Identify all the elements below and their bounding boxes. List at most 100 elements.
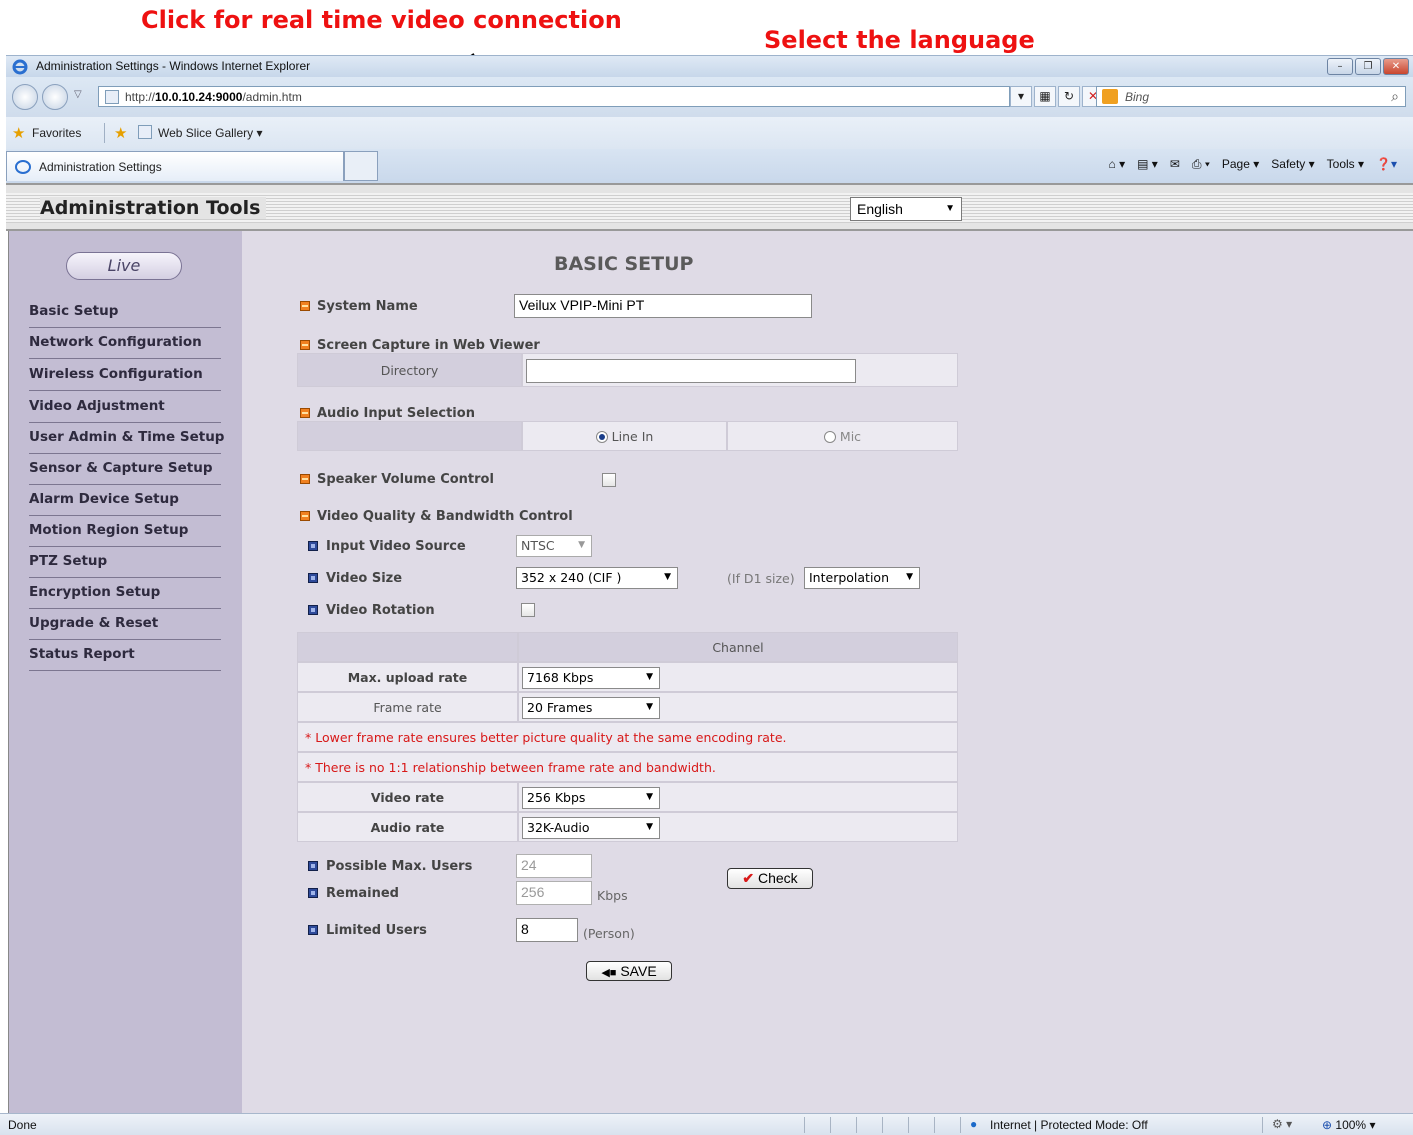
remained-unit: Kbps bbox=[597, 888, 628, 903]
sidebar-item-sensor-capture[interactable]: Sensor & Capture Setup bbox=[29, 456, 221, 485]
status-text: Done bbox=[8, 1118, 37, 1132]
print-icon[interactable]: ⎙ ▾ bbox=[1192, 157, 1210, 172]
sidebar: Live Basic Setup Network Configuration W… bbox=[8, 231, 242, 1113]
video-quality-label: Video Quality & Bandwidth Control bbox=[317, 509, 573, 524]
max-upload-select[interactable]: 7168 Kbps ▼ bbox=[522, 667, 660, 689]
tab-title: Administration Settings bbox=[39, 160, 162, 174]
check-button[interactable]: ✔ Check bbox=[727, 868, 813, 889]
sidebar-item-wireless-configuration[interactable]: Wireless Configuration bbox=[29, 362, 221, 391]
video-size-label: Video Size bbox=[326, 571, 403, 586]
video-rate-label: Video rate bbox=[297, 782, 518, 812]
sidebar-item-upgrade-reset[interactable]: Upgrade & Reset bbox=[29, 611, 221, 640]
save-button[interactable]: ◀■ SAVE bbox=[586, 961, 672, 981]
audio-rate-select[interactable]: 32K-Audio ▼ bbox=[522, 817, 660, 839]
zoom-control[interactable]: ⊕ 100% ▾ bbox=[1322, 1118, 1375, 1132]
search-field[interactable]: Bing ⌕ bbox=[1096, 86, 1406, 107]
minimize-button[interactable]: – bbox=[1327, 58, 1353, 75]
status-separator bbox=[830, 1117, 831, 1133]
globe-icon: ● bbox=[970, 1117, 978, 1131]
system-name-input[interactable]: Veilux VPIP-Mini PT bbox=[514, 294, 812, 318]
status-separator bbox=[934, 1117, 935, 1133]
directory-cell bbox=[522, 353, 958, 387]
restore-button[interactable]: ❐ bbox=[1355, 58, 1381, 75]
favorites-button[interactable]: Favorites bbox=[32, 126, 81, 140]
language-select[interactable]: English ▼ bbox=[850, 197, 962, 221]
sidebar-item-basic-setup[interactable]: Basic Setup bbox=[29, 299, 221, 328]
back-button[interactable] bbox=[12, 84, 38, 110]
sidebar-item-status-report[interactable]: Status Report bbox=[29, 642, 221, 671]
bing-icon bbox=[1102, 89, 1118, 104]
frame-rate-note-1: * Lower frame rate ensures better pictur… bbox=[297, 722, 958, 752]
page-icon bbox=[105, 90, 119, 104]
sidebar-item-user-admin[interactable]: User Admin & Time Setup bbox=[29, 425, 224, 454]
protected-mode-icon[interactable]: ⚙ ▾ bbox=[1272, 1117, 1292, 1131]
forward-button[interactable] bbox=[42, 84, 68, 110]
security-zone[interactable]: Internet | Protected Mode: Off bbox=[990, 1118, 1148, 1132]
safety-menu-label: Safety bbox=[1271, 157, 1306, 171]
add-favorite-icon[interactable]: ★ bbox=[114, 124, 127, 142]
sidebar-item-ptz-setup[interactable]: PTZ Setup bbox=[29, 549, 221, 578]
mic-label: Mic bbox=[839, 429, 862, 444]
audio-rate-cell: 32K-Audio ▼ bbox=[518, 812, 958, 842]
video-size-select[interactable]: 352 x 240 (CIF ) ▼ bbox=[516, 567, 678, 589]
line-in-label: Line In bbox=[611, 429, 654, 444]
home-icon[interactable]: ⌂ ▾ bbox=[1109, 157, 1126, 172]
d1-size-value: Interpolation bbox=[809, 570, 889, 585]
possible-max-users-row: Possible Max. Users bbox=[308, 859, 472, 874]
search-icon[interactable]: ⌕ bbox=[1391, 88, 1399, 105]
feeds-icon[interactable]: ▤ ▾ bbox=[1137, 157, 1158, 172]
url-field[interactable]: http://10.0.10.24:9000/admin.htm bbox=[98, 86, 1010, 107]
input-source-select[interactable]: NTSC ▼ bbox=[516, 535, 592, 557]
chevron-down-icon: ▼ bbox=[646, 792, 653, 802]
orange-bullet-icon bbox=[300, 511, 310, 521]
speaker-volume-checkbox[interactable] bbox=[602, 473, 616, 487]
sidebar-item-network-configuration[interactable]: Network Configuration bbox=[29, 330, 221, 359]
mail-icon[interactable]: ✉ bbox=[1170, 157, 1180, 172]
url-dropdown-icon[interactable]: ▾ bbox=[1010, 86, 1032, 107]
speaker-volume-label: Speaker Volume Control bbox=[317, 472, 494, 487]
limited-users-input[interactable]: 8 bbox=[516, 918, 578, 942]
sidebar-item-motion-region[interactable]: Motion Region Setup bbox=[29, 518, 221, 547]
frame-rate-value: 20 Frames bbox=[527, 700, 593, 715]
sidebar-item-alarm-device[interactable]: Alarm Device Setup bbox=[29, 487, 221, 516]
safety-menu[interactable]: Safety ▾ bbox=[1271, 157, 1314, 172]
refresh-icon[interactable]: ↻ bbox=[1058, 86, 1080, 107]
status-separator bbox=[856, 1117, 857, 1133]
web-slice-label: Web Slice Gallery bbox=[158, 126, 254, 140]
frame-rate-select[interactable]: 20 Frames ▼ bbox=[522, 697, 660, 719]
video-rate-value: 256 Kbps bbox=[527, 790, 586, 805]
page-header: Administration Tools English ▼ bbox=[6, 183, 1413, 231]
main-content: BASIC SETUP System Name Veilux VPIP-Mini… bbox=[242, 231, 1413, 1113]
help-icon[interactable]: ❓▾ bbox=[1376, 157, 1397, 172]
video-rate-cell: 256 Kbps ▼ bbox=[518, 782, 958, 812]
new-tab-button[interactable] bbox=[344, 151, 378, 181]
possible-max-users-label: Possible Max. Users bbox=[326, 859, 473, 874]
sidebar-item-encryption-setup[interactable]: Encryption Setup bbox=[29, 580, 221, 609]
video-rate-select[interactable]: 256 Kbps ▼ bbox=[522, 787, 660, 809]
audio-input-row: Audio Input Selection bbox=[300, 406, 475, 421]
tab-row: Administration Settings ⌂ ▾ ▤ ▾ ✉ ⎙ ▾ Pa… bbox=[6, 149, 1413, 183]
audio-line-in-option[interactable]: Line In bbox=[522, 421, 727, 451]
tab-administration-settings[interactable]: Administration Settings bbox=[6, 151, 344, 181]
live-button[interactable]: Live bbox=[66, 252, 182, 280]
url-prefix: http:// bbox=[125, 90, 156, 104]
page-menu-label: Page bbox=[1221, 157, 1250, 171]
speaker-volume-row: Speaker Volume Control bbox=[300, 472, 494, 487]
blue-bullet-icon bbox=[308, 541, 318, 551]
max-upload-label: Max. upload rate bbox=[297, 662, 518, 692]
compat-view-icon[interactable]: ▦ bbox=[1034, 86, 1056, 107]
sidebar-item-video-adjustment[interactable]: Video Adjustment bbox=[29, 394, 221, 423]
d1-size-select[interactable]: Interpolation ▼ bbox=[804, 567, 920, 589]
url-host: 10.0.10.24:9000 bbox=[155, 90, 243, 104]
directory-label: Directory bbox=[297, 353, 522, 387]
tools-menu[interactable]: Tools ▾ bbox=[1327, 157, 1364, 172]
close-button[interactable]: ✕ bbox=[1383, 58, 1409, 75]
search-placeholder: Bing bbox=[1125, 90, 1150, 104]
status-separator bbox=[908, 1117, 909, 1133]
directory-input[interactable] bbox=[526, 359, 856, 383]
page-menu[interactable]: Page ▾ bbox=[1222, 157, 1259, 172]
video-rotation-checkbox[interactable] bbox=[521, 603, 535, 617]
history-dropdown-icon[interactable]: ▽ bbox=[74, 89, 82, 100]
audio-mic-option[interactable]: Mic bbox=[727, 421, 958, 451]
web-slice-gallery[interactable]: Web Slice Gallery ▾ bbox=[158, 126, 263, 140]
